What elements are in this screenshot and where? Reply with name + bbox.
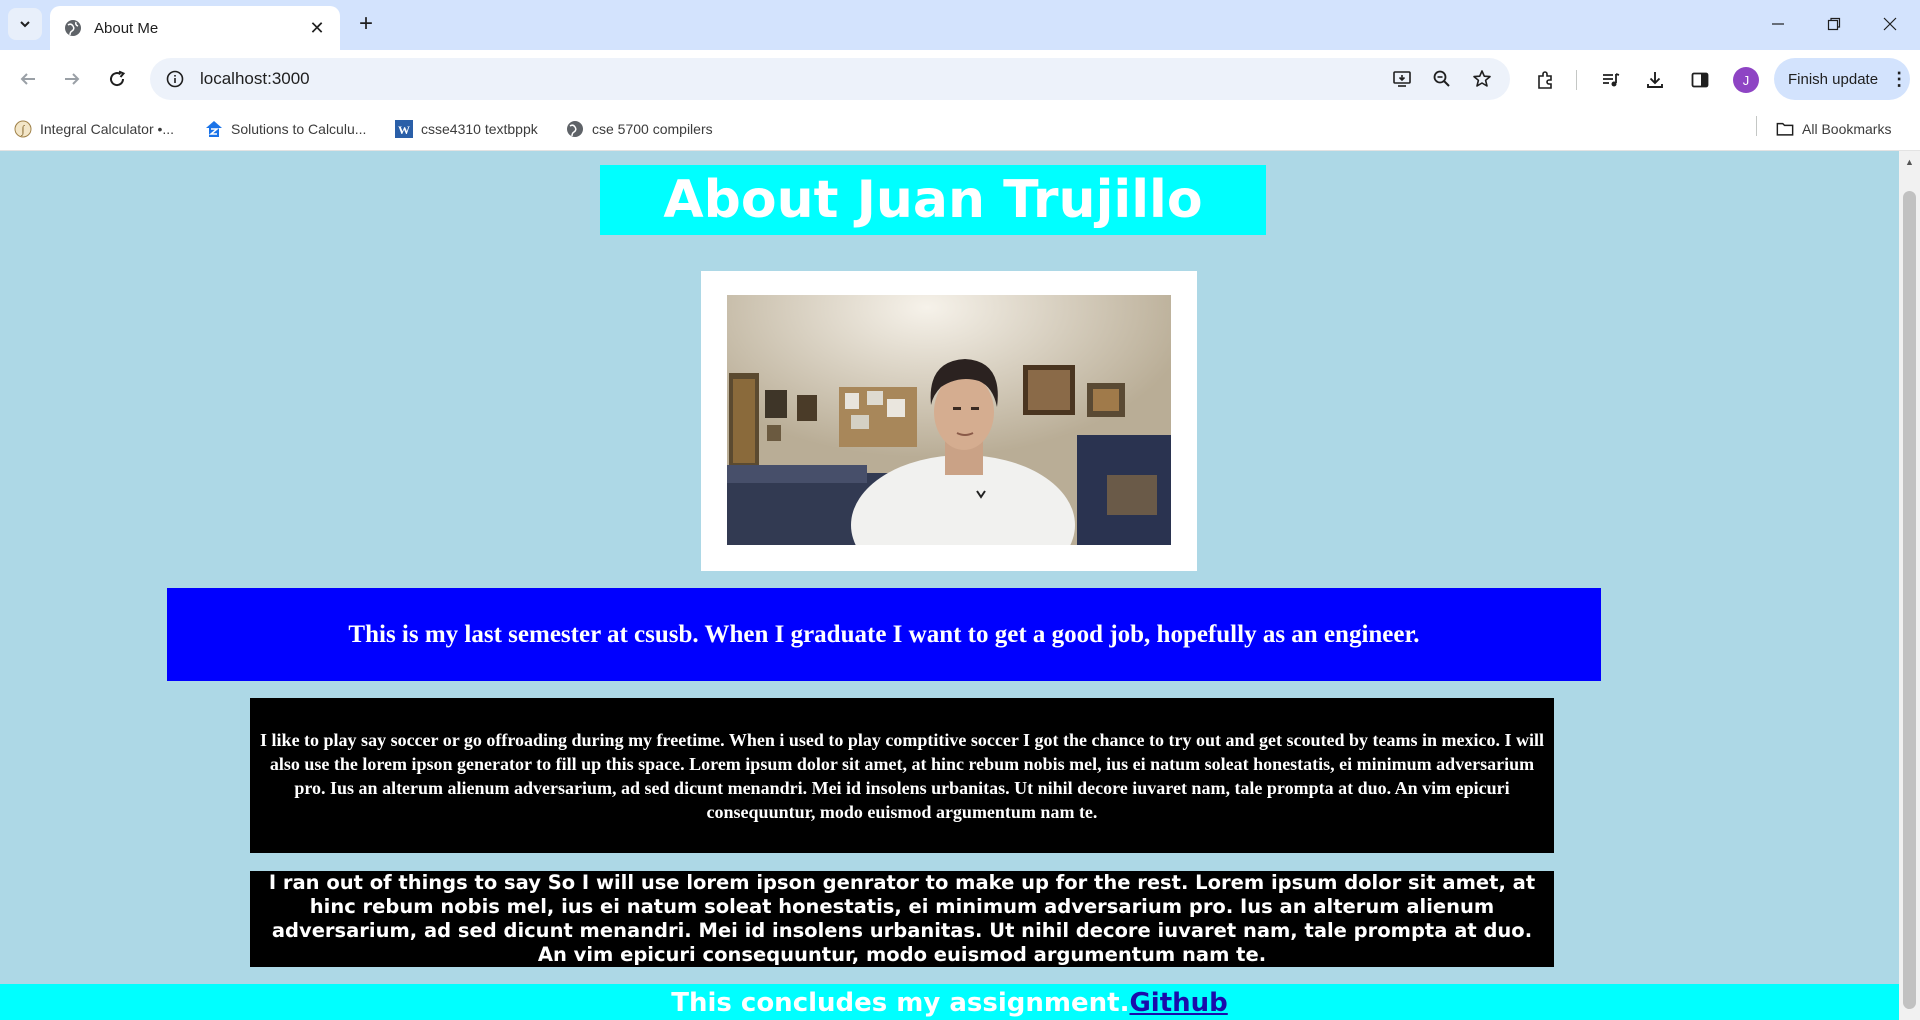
tab-strip: About Me ✕ +	[0, 0, 1920, 50]
scrollbar-thumb[interactable]	[1903, 191, 1916, 1009]
intro-text: This is my last semester at csusb. When …	[348, 620, 1420, 648]
restore-button[interactable]	[1814, 8, 1854, 40]
svg-text:W: W	[398, 123, 410, 137]
close-tab-icon[interactable]: ✕	[304, 15, 330, 41]
page-footer: This concludes my assignment.Github	[0, 984, 1899, 1020]
extensions-icon[interactable]	[1528, 63, 1562, 97]
bookmarks-bar: ∫ Integral Calculator •... Solutions to …	[0, 108, 1920, 151]
arrow-left-icon	[20, 73, 35, 85]
bookmark-cse5700[interactable]: cse 5700 compilers	[566, 117, 713, 141]
wordpress-favicon-icon: W	[395, 120, 413, 138]
filler-paragraph-box: I ran out of things to say So I will use…	[250, 871, 1554, 967]
scroll-up-arrow-icon[interactable]: ▲	[1899, 155, 1920, 169]
bookmark-integral-calculator[interactable]: ∫ Integral Calculator •...	[14, 117, 174, 141]
globe-favicon-icon	[566, 120, 584, 138]
globe-icon	[65, 20, 81, 36]
url-text[interactable]: localhost:3000	[200, 69, 1382, 89]
integral-calculator-favicon-icon: ∫	[14, 120, 32, 138]
toolbar-divider	[1576, 70, 1577, 90]
reload-button[interactable]	[101, 63, 133, 95]
close-window-button[interactable]	[1870, 8, 1910, 40]
more-menu-icon: ⋮	[1890, 68, 1909, 89]
profile-photo-frame	[701, 271, 1197, 571]
page-scrollbar[interactable]: ▲	[1899, 151, 1920, 1020]
minimize-icon	[1772, 23, 1784, 25]
github-link[interactable]: Github	[1129, 988, 1227, 1018]
page-viewport: About Juan Trujillo This is my last seme…	[0, 151, 1899, 1020]
tab-title: About Me	[94, 19, 159, 37]
all-bookmarks-label: All Bookmarks	[1802, 121, 1892, 137]
downloads-icon[interactable]	[1638, 63, 1672, 97]
profile-avatar[interactable]: J	[1733, 67, 1759, 93]
bookmark-csse4310[interactable]: W csse4310 textbppk	[395, 117, 538, 141]
back-button[interactable]	[12, 63, 44, 95]
tab-about-me[interactable]: About Me ✕	[50, 6, 340, 50]
close-icon	[1883, 17, 1897, 31]
chevron-down-icon	[20, 21, 30, 28]
address-bar[interactable]: localhost:3000	[150, 58, 1510, 100]
bookmark-label: cse 5700 compilers	[592, 121, 713, 137]
minimize-button[interactable]	[1758, 8, 1798, 40]
finish-update-button[interactable]: Finish update ⋮	[1774, 58, 1910, 100]
finish-update-label: Finish update	[1788, 70, 1879, 88]
all-bookmarks-button[interactable]: All Bookmarks	[1776, 117, 1891, 141]
footer-text: This concludes my assignment.	[671, 988, 1130, 1018]
bookmark-solutions[interactable]: Solutions to Calculu...	[205, 117, 366, 141]
folder-icon	[1776, 120, 1794, 138]
bookmark-label: csse4310 textbppk	[421, 121, 538, 137]
side-panel-icon[interactable]	[1683, 63, 1717, 97]
bookmark-label: Integral Calculator •...	[40, 121, 175, 137]
browser-toolbar: localhost:3000 J Finish update ⋮	[0, 50, 1920, 108]
zoom-icon[interactable]	[1422, 59, 1462, 99]
new-tab-button[interactable]: +	[352, 10, 380, 38]
page-title: About Juan Trujillo	[600, 165, 1266, 235]
arrow-right-icon	[65, 73, 80, 85]
media-controls-icon[interactable]	[1594, 63, 1628, 97]
hobbies-paragraph-box: I like to play say soccer or go offroadi…	[250, 698, 1554, 853]
intro-banner: This is my last semester at csusb. When …	[167, 588, 1601, 681]
site-info-icon[interactable]	[164, 68, 186, 90]
install-app-icon[interactable]	[1382, 59, 1422, 99]
filler-paragraph: I ran out of things to say So I will use…	[268, 871, 1536, 966]
bookmark-label: Solutions to Calculu...	[231, 121, 367, 137]
profile-photo	[727, 295, 1171, 545]
bookmarks-divider	[1756, 116, 1757, 136]
tab-search-button[interactable]	[8, 8, 42, 40]
solutions-favicon-icon	[205, 120, 223, 138]
restore-icon	[1827, 17, 1841, 31]
hobbies-paragraph: I like to play say soccer or go offroadi…	[260, 729, 1544, 822]
forward-button[interactable]	[56, 63, 88, 95]
reload-icon	[110, 70, 126, 87]
bookmark-star-icon[interactable]	[1462, 59, 1502, 99]
